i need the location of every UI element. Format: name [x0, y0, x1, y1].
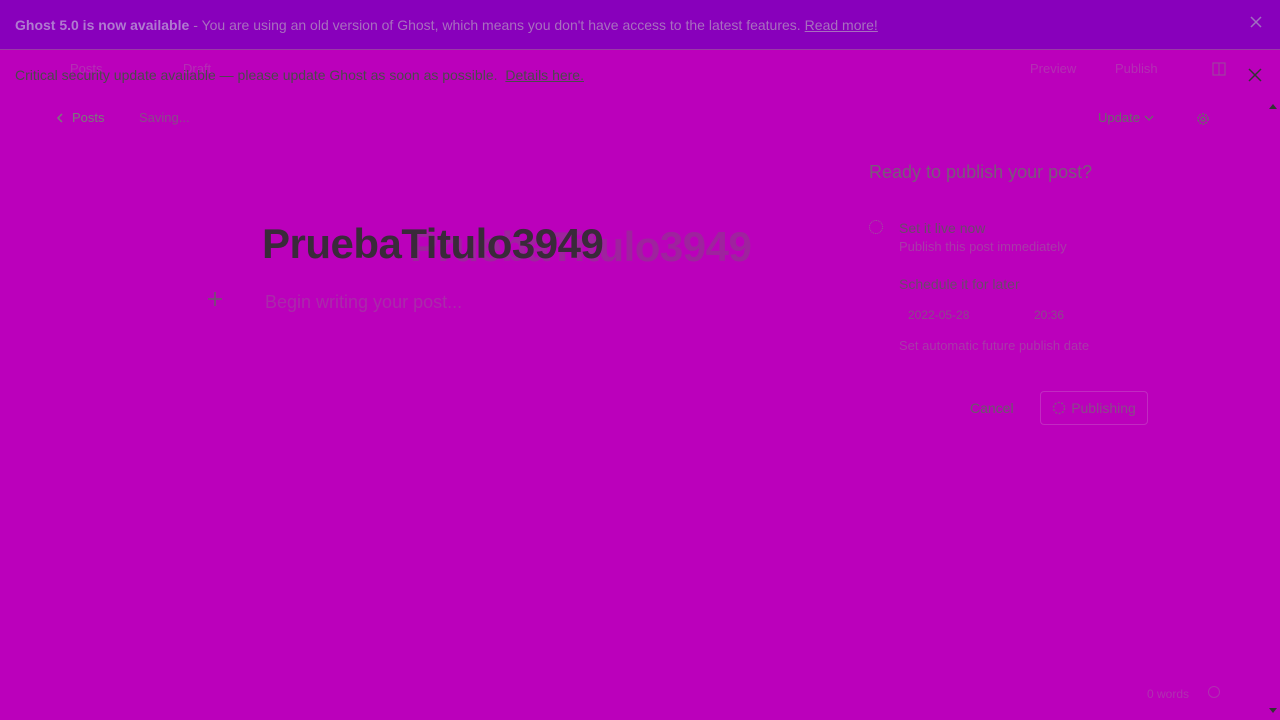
help-icon[interactable] [1208, 686, 1220, 698]
chevron-down-icon [1144, 115, 1154, 121]
set-live-now-label[interactable]: Set it live now [899, 220, 985, 236]
spinner-icon [1052, 401, 1066, 415]
security-text: Critical security update available — ple… [15, 67, 498, 83]
set-live-now-radio[interactable] [869, 220, 883, 234]
word-count: 0 words [1147, 687, 1190, 701]
banner-title: Ghost 5.0 is now available [15, 16, 190, 33]
cancel-button[interactable]: Cancel [970, 400, 1014, 416]
back-label: Posts [72, 110, 105, 125]
upgrade-banner: Ghost 5.0 is now available - You are usi… [0, 0, 1280, 50]
back-to-posts-link[interactable]: Posts [56, 110, 105, 125]
scrollbar[interactable] [1268, 100, 1280, 720]
split-view-icon[interactable] [1212, 62, 1226, 76]
security-details-link[interactable]: Details here. [505, 67, 584, 83]
schedule-later-label[interactable]: Schedule it for later [899, 276, 1020, 292]
update-label: Update [1098, 110, 1140, 125]
schedule-date-input[interactable]: 2022-05-28 [908, 308, 969, 322]
schedule-time-input[interactable]: 20:36 [1034, 308, 1064, 322]
ghost-preview: Preview [1030, 61, 1077, 76]
post-title: PruebaTitulo3949 [262, 220, 604, 267]
post-body-placeholder[interactable]: Begin writing your post... [265, 292, 462, 313]
banner-read-more-link[interactable]: Read more! [805, 17, 878, 33]
ghost-publish: Publish [1115, 61, 1158, 76]
set-live-now-description: Publish this post immediately [899, 239, 1067, 254]
publishing-button[interactable]: Publishing [1040, 391, 1148, 425]
chevron-left-icon [56, 112, 63, 123]
save-status: Saving... [139, 110, 190, 125]
close-icon[interactable] [1248, 68, 1262, 82]
publish-panel-heading: Ready to publish your post? [869, 162, 1093, 182]
scroll-down-arrow-icon[interactable] [1269, 708, 1277, 713]
update-button[interactable]: Update [1098, 110, 1154, 125]
add-card-plus-icon[interactable] [207, 291, 223, 307]
post-title-field[interactable]: PruebaTitulo3949 PruebaTitulo3949 [262, 218, 752, 270]
schedule-later-description: Set automatic future publish date [899, 338, 1090, 353]
security-notice: Critical security update available — ple… [15, 67, 584, 83]
scroll-up-arrow-icon[interactable] [1269, 104, 1277, 109]
banner-text: - You are using an old version of Ghost,… [193, 16, 801, 33]
publishing-label: Publishing [1071, 400, 1136, 416]
banner-close-icon[interactable] [1250, 16, 1262, 28]
gear-icon[interactable] [1196, 112, 1210, 126]
